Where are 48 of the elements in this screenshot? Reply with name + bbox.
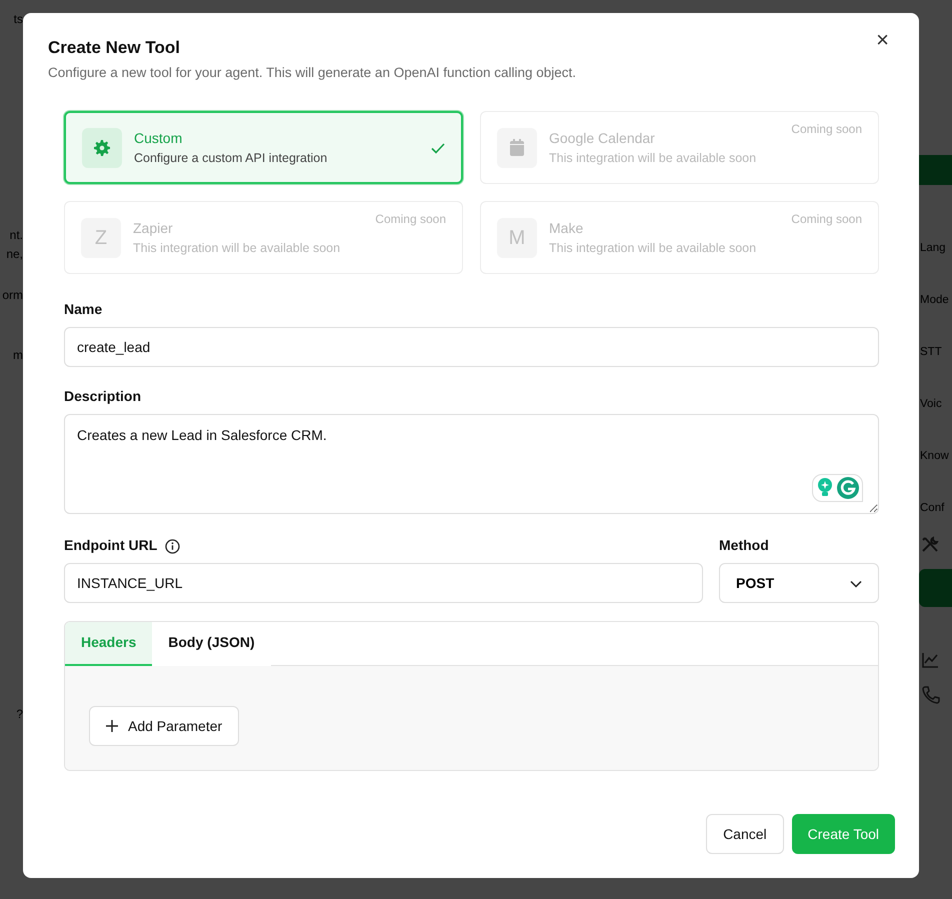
check-icon xyxy=(431,143,445,154)
integration-description: This integration will be available soon xyxy=(549,150,756,167)
integration-description: This integration will be available soon xyxy=(133,240,340,257)
integration-name: Make xyxy=(549,218,584,237)
coming-soon-label: Coming soon xyxy=(791,211,862,228)
background-text: STT xyxy=(920,345,943,360)
field-label: Name xyxy=(64,300,104,318)
background-text: orm xyxy=(2,287,23,304)
integration-description: This integration will be available soon xyxy=(549,240,756,257)
method-select[interactable]: POST xyxy=(719,563,879,604)
coming-soon-label: Coming soon xyxy=(791,121,862,138)
field-label: Method xyxy=(719,536,770,554)
integration-name: Custom xyxy=(134,128,184,147)
integration-card[interactable]: Custom Configure a custom API integration xyxy=(64,111,463,184)
background-text: Mode xyxy=(920,293,950,308)
background-text: Know xyxy=(920,449,950,464)
bulb-icon xyxy=(816,477,834,498)
background-text: ? xyxy=(16,706,23,723)
gear-icon xyxy=(94,140,110,156)
dialog-subtitle: Configure a new tool for your agent. This will generate an OpenAI function calling object. xyxy=(48,64,576,82)
integration-name: Zapier xyxy=(133,218,174,237)
dialog-title: Create New Tool xyxy=(48,37,181,59)
background-text: Lang xyxy=(920,241,947,256)
calendar-icon xyxy=(509,139,525,156)
chevron-down-icon xyxy=(850,580,862,588)
background-text: nt. xyxy=(10,227,23,244)
background-text: ne, xyxy=(6,246,23,263)
tools-icon xyxy=(921,536,939,554)
close-button[interactable]: × xyxy=(870,29,895,51)
background-text: Voic xyxy=(920,397,943,412)
background-text: ts xyxy=(14,11,23,28)
field-label: Description xyxy=(64,387,142,406)
plus-icon xyxy=(106,720,118,732)
background-text: Conf xyxy=(920,501,946,516)
grammar-assistant-icon xyxy=(837,477,859,500)
chart-icon xyxy=(921,651,939,670)
field-label: Endpoint URL xyxy=(64,536,158,554)
name-field[interactable]: create_lead xyxy=(64,327,879,368)
phone-icon xyxy=(921,685,941,706)
integration-description: Configure a custom API integration xyxy=(134,150,328,167)
cancel-button[interactable]: Cancel xyxy=(706,814,784,854)
background-text: m xyxy=(13,347,23,364)
coming-soon-label: Coming soon xyxy=(375,211,446,228)
description-field[interactable]: Creates a new Lead in Salesforce CRM. xyxy=(64,414,879,514)
integration-name: Google Calendar xyxy=(549,128,656,147)
add-parameter-button[interactable]: Add Parameter xyxy=(89,706,240,746)
endpoint-url-field[interactable]: INSTANCE_URL xyxy=(64,563,703,604)
info-icon[interactable] xyxy=(165,539,180,554)
